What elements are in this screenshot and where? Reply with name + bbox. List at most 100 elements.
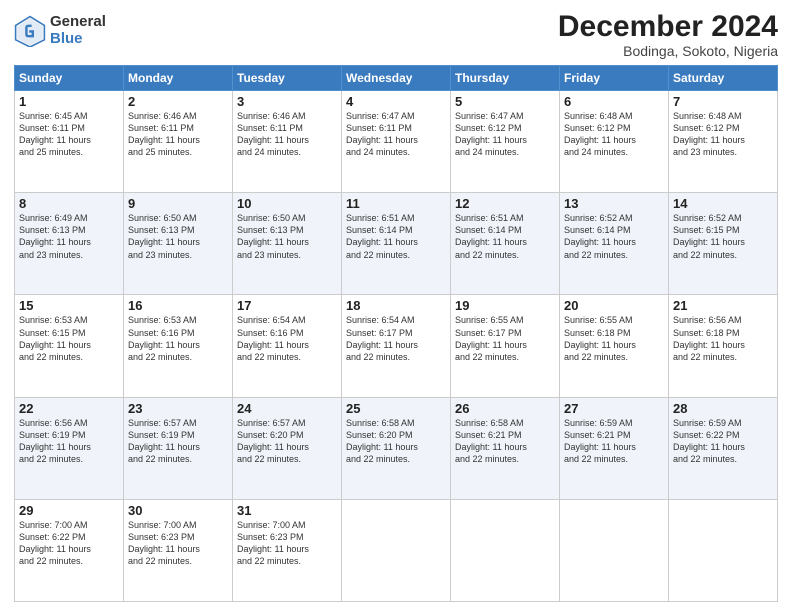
day-number: 14 — [673, 196, 773, 211]
calendar-day-header: Tuesday — [233, 66, 342, 91]
day-info: Sunrise: 6:47 AM Sunset: 6:12 PM Dayligh… — [455, 110, 555, 159]
calendar-day-header: Monday — [124, 66, 233, 91]
calendar-cell: 3Sunrise: 6:46 AM Sunset: 6:11 PM Daylig… — [233, 91, 342, 193]
day-info: Sunrise: 6:51 AM Sunset: 6:14 PM Dayligh… — [455, 212, 555, 261]
day-info: Sunrise: 7:00 AM Sunset: 6:23 PM Dayligh… — [237, 519, 337, 568]
day-number: 18 — [346, 298, 446, 313]
logo-text: General Blue — [50, 14, 106, 47]
calendar-day-header: Friday — [560, 66, 669, 91]
day-number: 16 — [128, 298, 228, 313]
day-info: Sunrise: 6:48 AM Sunset: 6:12 PM Dayligh… — [673, 110, 773, 159]
calendar-cell: 1Sunrise: 6:45 AM Sunset: 6:11 PM Daylig… — [15, 91, 124, 193]
calendar-cell: 12Sunrise: 6:51 AM Sunset: 6:14 PM Dayli… — [451, 193, 560, 295]
day-number: 28 — [673, 401, 773, 416]
header: General Blue December 2024 Bodinga, Soko… — [14, 10, 778, 59]
day-number: 2 — [128, 94, 228, 109]
calendar-day-header: Saturday — [669, 66, 778, 91]
day-info: Sunrise: 6:56 AM Sunset: 6:19 PM Dayligh… — [19, 417, 119, 466]
day-info: Sunrise: 6:58 AM Sunset: 6:21 PM Dayligh… — [455, 417, 555, 466]
day-info: Sunrise: 6:50 AM Sunset: 6:13 PM Dayligh… — [128, 212, 228, 261]
calendar-cell: 11Sunrise: 6:51 AM Sunset: 6:14 PM Dayli… — [342, 193, 451, 295]
calendar-week-row: 29Sunrise: 7:00 AM Sunset: 6:22 PM Dayli… — [15, 499, 778, 601]
calendar-cell: 21Sunrise: 6:56 AM Sunset: 6:18 PM Dayli… — [669, 295, 778, 397]
day-number: 8 — [19, 196, 119, 211]
calendar-cell: 31Sunrise: 7:00 AM Sunset: 6:23 PM Dayli… — [233, 499, 342, 601]
calendar-cell: 14Sunrise: 6:52 AM Sunset: 6:15 PM Dayli… — [669, 193, 778, 295]
day-number: 10 — [237, 196, 337, 211]
logo: General Blue — [14, 14, 106, 47]
day-info: Sunrise: 6:52 AM Sunset: 6:14 PM Dayligh… — [564, 212, 664, 261]
calendar-cell — [560, 499, 669, 601]
calendar-week-row: 22Sunrise: 6:56 AM Sunset: 6:19 PM Dayli… — [15, 397, 778, 499]
day-info: Sunrise: 6:49 AM Sunset: 6:13 PM Dayligh… — [19, 212, 119, 261]
calendar-cell: 15Sunrise: 6:53 AM Sunset: 6:15 PM Dayli… — [15, 295, 124, 397]
day-number: 3 — [237, 94, 337, 109]
day-number: 31 — [237, 503, 337, 518]
day-number: 13 — [564, 196, 664, 211]
day-info: Sunrise: 6:54 AM Sunset: 6:16 PM Dayligh… — [237, 314, 337, 363]
day-info: Sunrise: 6:46 AM Sunset: 6:11 PM Dayligh… — [128, 110, 228, 159]
day-info: Sunrise: 6:59 AM Sunset: 6:22 PM Dayligh… — [673, 417, 773, 466]
day-number: 19 — [455, 298, 555, 313]
calendar-cell: 13Sunrise: 6:52 AM Sunset: 6:14 PM Dayli… — [560, 193, 669, 295]
calendar-day-header: Sunday — [15, 66, 124, 91]
calendar-cell: 19Sunrise: 6:55 AM Sunset: 6:17 PM Dayli… — [451, 295, 560, 397]
day-info: Sunrise: 6:55 AM Sunset: 6:18 PM Dayligh… — [564, 314, 664, 363]
calendar-day-header: Wednesday — [342, 66, 451, 91]
day-number: 23 — [128, 401, 228, 416]
calendar-day-header: Thursday — [451, 66, 560, 91]
day-info: Sunrise: 6:54 AM Sunset: 6:17 PM Dayligh… — [346, 314, 446, 363]
calendar-table: SundayMondayTuesdayWednesdayThursdayFrid… — [14, 65, 778, 602]
logo-icon — [14, 15, 46, 47]
calendar-cell: 10Sunrise: 6:50 AM Sunset: 6:13 PM Dayli… — [233, 193, 342, 295]
calendar-cell: 4Sunrise: 6:47 AM Sunset: 6:11 PM Daylig… — [342, 91, 451, 193]
calendar-cell: 8Sunrise: 6:49 AM Sunset: 6:13 PM Daylig… — [15, 193, 124, 295]
day-info: Sunrise: 6:46 AM Sunset: 6:11 PM Dayligh… — [237, 110, 337, 159]
day-info: Sunrise: 6:53 AM Sunset: 6:15 PM Dayligh… — [19, 314, 119, 363]
day-number: 21 — [673, 298, 773, 313]
day-number: 6 — [564, 94, 664, 109]
logo-general: General — [50, 14, 106, 31]
page: General Blue December 2024 Bodinga, Soko… — [0, 0, 792, 612]
calendar-cell: 9Sunrise: 6:50 AM Sunset: 6:13 PM Daylig… — [124, 193, 233, 295]
calendar-cell: 27Sunrise: 6:59 AM Sunset: 6:21 PM Dayli… — [560, 397, 669, 499]
day-info: Sunrise: 6:45 AM Sunset: 6:11 PM Dayligh… — [19, 110, 119, 159]
day-info: Sunrise: 6:57 AM Sunset: 6:19 PM Dayligh… — [128, 417, 228, 466]
day-info: Sunrise: 6:58 AM Sunset: 6:20 PM Dayligh… — [346, 417, 446, 466]
logo-blue: Blue — [50, 31, 106, 48]
day-number: 17 — [237, 298, 337, 313]
day-number: 22 — [19, 401, 119, 416]
day-number: 30 — [128, 503, 228, 518]
calendar-cell: 2Sunrise: 6:46 AM Sunset: 6:11 PM Daylig… — [124, 91, 233, 193]
day-number: 20 — [564, 298, 664, 313]
day-info: Sunrise: 6:47 AM Sunset: 6:11 PM Dayligh… — [346, 110, 446, 159]
calendar-cell: 20Sunrise: 6:55 AM Sunset: 6:18 PM Dayli… — [560, 295, 669, 397]
day-number: 29 — [19, 503, 119, 518]
day-info: Sunrise: 6:51 AM Sunset: 6:14 PM Dayligh… — [346, 212, 446, 261]
day-info: Sunrise: 6:59 AM Sunset: 6:21 PM Dayligh… — [564, 417, 664, 466]
subtitle: Bodinga, Sokoto, Nigeria — [558, 43, 778, 59]
day-number: 1 — [19, 94, 119, 109]
calendar-cell: 5Sunrise: 6:47 AM Sunset: 6:12 PM Daylig… — [451, 91, 560, 193]
calendar-cell: 24Sunrise: 6:57 AM Sunset: 6:20 PM Dayli… — [233, 397, 342, 499]
day-number: 25 — [346, 401, 446, 416]
calendar-cell: 16Sunrise: 6:53 AM Sunset: 6:16 PM Dayli… — [124, 295, 233, 397]
calendar-cell: 26Sunrise: 6:58 AM Sunset: 6:21 PM Dayli… — [451, 397, 560, 499]
day-number: 11 — [346, 196, 446, 211]
day-number: 12 — [455, 196, 555, 211]
calendar-cell: 29Sunrise: 7:00 AM Sunset: 6:22 PM Dayli… — [15, 499, 124, 601]
day-number: 4 — [346, 94, 446, 109]
calendar-cell: 25Sunrise: 6:58 AM Sunset: 6:20 PM Dayli… — [342, 397, 451, 499]
main-title: December 2024 — [558, 10, 778, 43]
calendar-cell: 28Sunrise: 6:59 AM Sunset: 6:22 PM Dayli… — [669, 397, 778, 499]
day-info: Sunrise: 7:00 AM Sunset: 6:22 PM Dayligh… — [19, 519, 119, 568]
day-number: 26 — [455, 401, 555, 416]
calendar-cell: 6Sunrise: 6:48 AM Sunset: 6:12 PM Daylig… — [560, 91, 669, 193]
day-info: Sunrise: 6:50 AM Sunset: 6:13 PM Dayligh… — [237, 212, 337, 261]
calendar-cell — [669, 499, 778, 601]
calendar-week-row: 8Sunrise: 6:49 AM Sunset: 6:13 PM Daylig… — [15, 193, 778, 295]
calendar-header-row: SundayMondayTuesdayWednesdayThursdayFrid… — [15, 66, 778, 91]
calendar-cell: 18Sunrise: 6:54 AM Sunset: 6:17 PM Dayli… — [342, 295, 451, 397]
calendar-week-row: 1Sunrise: 6:45 AM Sunset: 6:11 PM Daylig… — [15, 91, 778, 193]
day-number: 5 — [455, 94, 555, 109]
